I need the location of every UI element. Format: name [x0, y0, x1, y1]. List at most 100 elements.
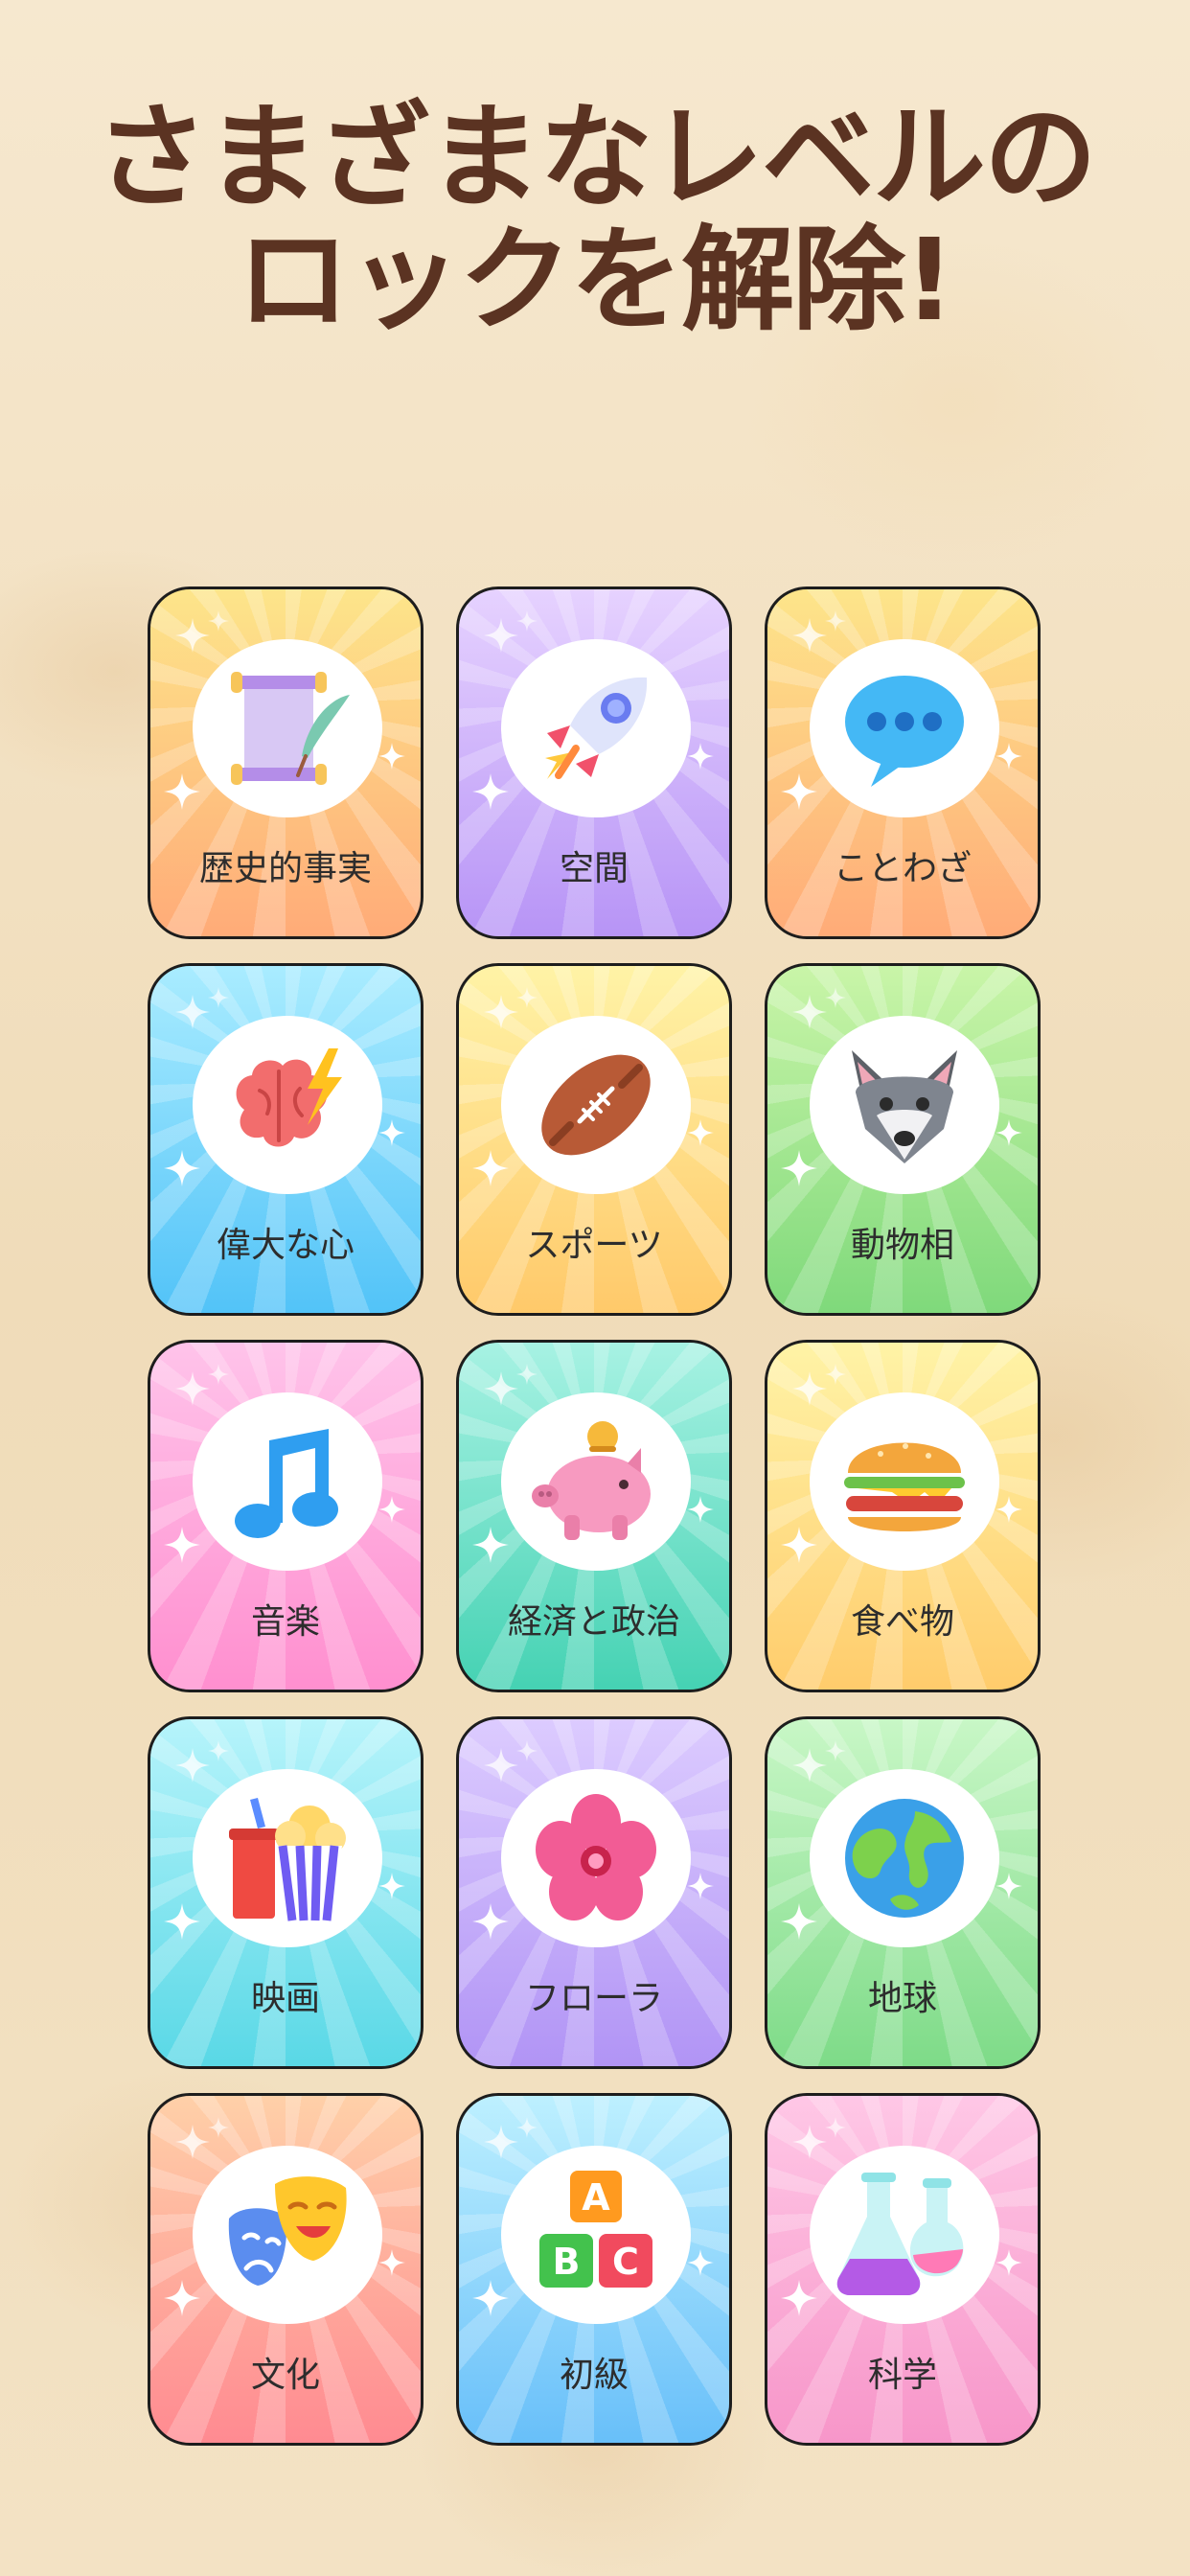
- sparkle-icon: [164, 2280, 200, 2316]
- sparkle-icon: [175, 2125, 210, 2159]
- burger-icon: [810, 1392, 999, 1571]
- category-label: 偉大な心: [216, 1226, 355, 1265]
- sparkle-icon: [792, 995, 827, 1029]
- sparkle-icon: [792, 1371, 827, 1406]
- sparkle-icon: [687, 1119, 714, 1146]
- sparkle-icon: [792, 2125, 827, 2159]
- category-card[interactable]: フローラ: [456, 1716, 732, 2069]
- svg-text:A: A: [582, 2176, 610, 2219]
- sparkle-icon: [472, 1527, 509, 1563]
- category-label: 地球: [867, 1979, 937, 2018]
- sparkle-icon: [687, 1873, 714, 1899]
- sparkle-icon: [175, 618, 210, 653]
- category-card[interactable]: 経済と政治: [456, 1340, 732, 1692]
- sparkle-icon: [164, 1903, 200, 1940]
- page-title: さまざまなレベルの ロックを解除!: [0, 96, 1190, 341]
- svg-text:C: C: [612, 2241, 639, 2283]
- category-card[interactable]: 歴史的事実: [148, 586, 423, 939]
- category-label: スポーツ: [525, 1226, 663, 1265]
- sparkle-icon: [687, 743, 714, 770]
- sparkle-icon: [995, 1873, 1022, 1899]
- sparkle-icon: [164, 1527, 200, 1563]
- category-grid: 歴史的事実 空間 ことわざ偉大な心 スポーツ 動物相音楽 経済と政治 食べ物映画 フローラ 地球…: [148, 586, 1041, 2446]
- sparkle-icon: [781, 773, 817, 810]
- football-icon: [501, 1016, 691, 1194]
- sparkle-icon: [825, 1364, 846, 1385]
- sparkle-icon: [995, 1496, 1022, 1523]
- sparkle-icon: [516, 1740, 538, 1761]
- sparkle-icon: [516, 2117, 538, 2138]
- category-label: 音楽: [250, 1602, 320, 1642]
- category-card[interactable]: 映画: [148, 1716, 423, 2069]
- sparkle-icon: [825, 610, 846, 632]
- sparkle-icon: [995, 1119, 1022, 1146]
- sparkle-icon: [516, 610, 538, 632]
- sparkle-icon: [825, 1740, 846, 1761]
- sparkle-icon: [516, 987, 538, 1008]
- sparkle-icon: [484, 2125, 518, 2159]
- sparkle-icon: [208, 1740, 229, 1761]
- sparkle-icon: [825, 987, 846, 1008]
- sparkle-icon: [472, 1150, 509, 1186]
- category-label: 食べ物: [850, 1602, 954, 1642]
- category-label: フローラ: [524, 1979, 663, 2018]
- piggy-bank-icon: [501, 1392, 691, 1571]
- title-line-1: さまざまなレベルの: [94, 91, 1097, 223]
- sparkle-icon: [792, 1748, 827, 1782]
- sparkle-icon: [208, 987, 229, 1008]
- flower-icon: [501, 1769, 691, 1947]
- category-card[interactable]: 地球: [765, 1716, 1041, 2069]
- category-card[interactable]: スポーツ: [456, 963, 732, 1316]
- sparkle-icon: [995, 743, 1022, 770]
- sparkle-icon: [208, 2117, 229, 2138]
- sparkle-icon: [825, 2117, 846, 2138]
- category-card[interactable]: 音楽: [148, 1340, 423, 1692]
- sparkle-icon: [792, 618, 827, 653]
- sparkle-icon: [208, 610, 229, 632]
- sparkle-icon: [781, 2280, 817, 2316]
- category-label: 歴史的事実: [198, 849, 372, 888]
- sparkle-icon: [484, 995, 518, 1029]
- sparkle-icon: [164, 1150, 200, 1186]
- sparkle-icon: [378, 1496, 405, 1523]
- sparkle-icon: [175, 1748, 210, 1782]
- category-label: ことわざ: [833, 849, 972, 888]
- category-card[interactable]: 偉大な心: [148, 963, 423, 1316]
- flasks-icon: [810, 2146, 999, 2324]
- sparkle-icon: [378, 1873, 405, 1899]
- sparkle-icon: [472, 773, 509, 810]
- brain-lightning-icon: [193, 1016, 382, 1194]
- sparkle-icon: [175, 1371, 210, 1406]
- sparkle-icon: [687, 2249, 714, 2276]
- category-card[interactable]: ことわざ: [765, 586, 1041, 939]
- scroll-quill-icon: [193, 639, 382, 817]
- category-label: 動物相: [850, 1226, 954, 1265]
- music-note-icon: [193, 1392, 382, 1571]
- wolf-icon: [810, 1016, 999, 1194]
- sparkle-icon: [378, 1119, 405, 1146]
- category-card[interactable]: 空間: [456, 586, 732, 939]
- sparkle-icon: [208, 1364, 229, 1385]
- category-label: 初級: [559, 2356, 629, 2395]
- category-card[interactable]: 動物相: [765, 963, 1041, 1316]
- category-card[interactable]: 文化: [148, 2093, 423, 2446]
- sparkle-icon: [995, 2249, 1022, 2276]
- sparkle-icon: [484, 1748, 518, 1782]
- title-line-2: ロックを解除!: [237, 214, 955, 346]
- sparkle-icon: [378, 743, 405, 770]
- sparkle-icon: [472, 1903, 509, 1940]
- category-label: 経済と政治: [507, 1602, 680, 1642]
- category-card[interactable]: 科学: [765, 2093, 1041, 2446]
- category-label: 文化: [250, 2356, 320, 2395]
- sparkle-icon: [516, 1364, 538, 1385]
- svg-text:B: B: [553, 2241, 581, 2283]
- sparkle-icon: [781, 1150, 817, 1186]
- rocket-icon: [501, 639, 691, 817]
- globe-icon: [810, 1769, 999, 1947]
- category-label: 映画: [250, 1979, 320, 2018]
- sparkle-icon: [472, 2280, 509, 2316]
- category-card[interactable]: A B C 初級: [456, 2093, 732, 2446]
- speech-bubble-icon: [810, 639, 999, 817]
- abc-blocks-icon: ABC: [501, 2146, 691, 2324]
- category-card[interactable]: 食べ物: [765, 1340, 1041, 1692]
